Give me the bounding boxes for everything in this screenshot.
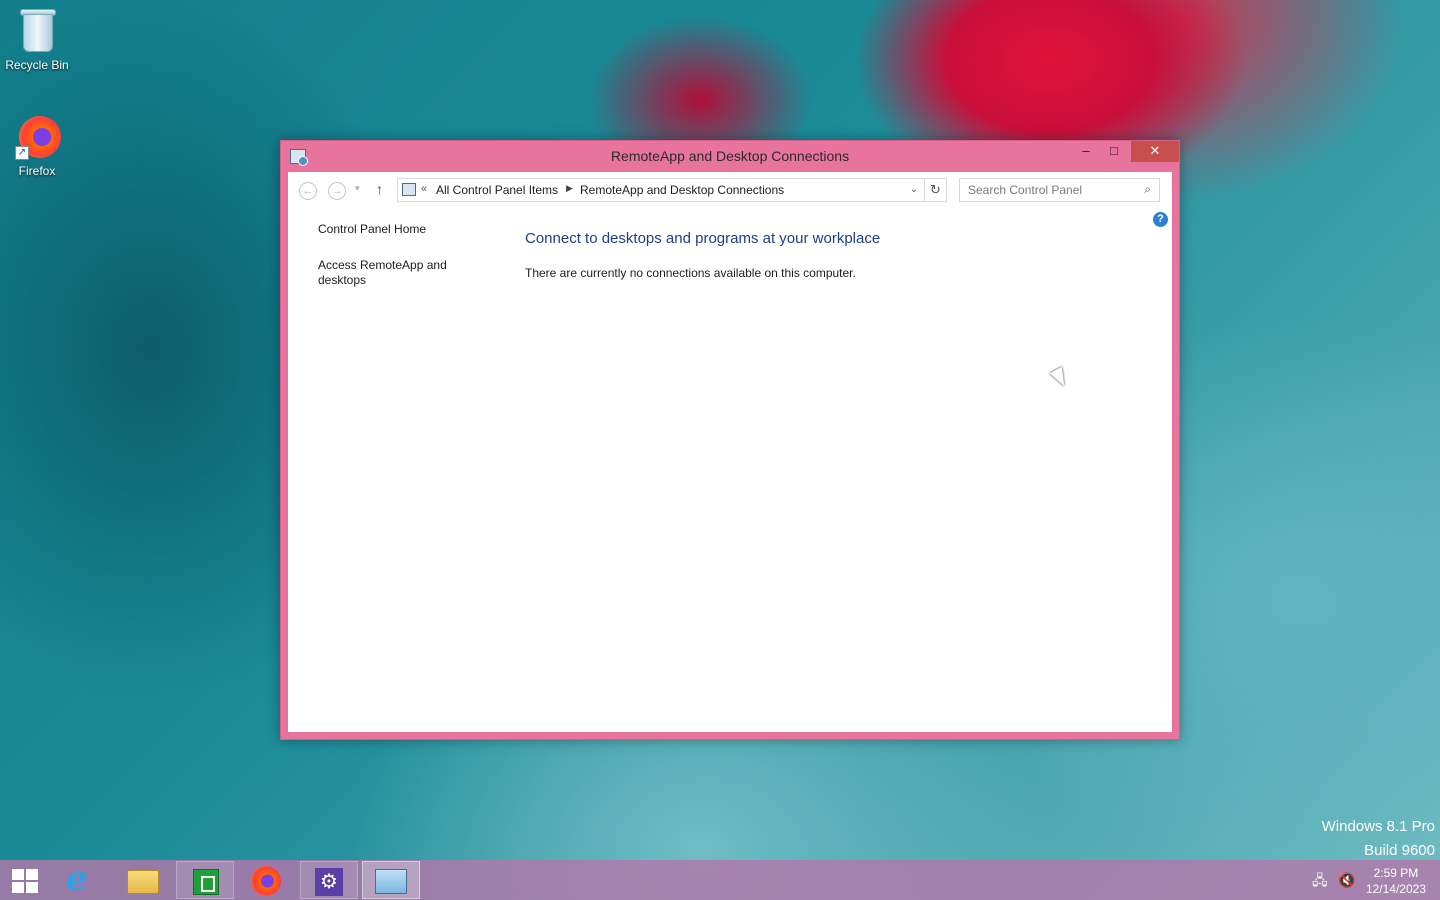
windows-logo-icon [12, 869, 38, 893]
control-panel-icon [402, 183, 416, 196]
title-bar[interactable]: RemoteApp and Desktop Connections – □ ✕ [281, 141, 1179, 172]
start-button[interactable] [0, 861, 58, 899]
breadcrumb-separator-icon[interactable]: ▶ [566, 183, 573, 194]
clock-time: 2:59 PM [1373, 866, 1419, 880]
minimize-button[interactable]: – [1071, 141, 1101, 162]
recycle-bin-icon [13, 6, 61, 54]
breadcrumb-remoteapp[interactable]: RemoteApp and Desktop Connections [580, 183, 784, 197]
volume-muted-icon[interactable]: 🔇 [1338, 860, 1355, 900]
search-box[interactable]: ⌕ [959, 178, 1160, 202]
breadcrumb-all-control-panel-items[interactable]: All Control Panel Items [436, 183, 558, 197]
maximize-button[interactable]: □ [1099, 141, 1129, 162]
taskbar-firefox[interactable] [238, 861, 296, 899]
no-connections-message: There are currently no connections avail… [525, 266, 856, 280]
firefox-icon [251, 866, 281, 896]
store-icon [193, 869, 219, 895]
desktop-icon-recycle-bin[interactable]: Recycle Bin [0, 6, 74, 72]
search-input[interactable] [968, 180, 1138, 200]
window-title: RemoteApp and Desktop Connections [610, 148, 850, 164]
taskbar-control-panel[interactable] [362, 861, 420, 899]
navigation-bar: ← → ▾ ↑ « All Control Panel Items ▶ Remo… [288, 172, 1172, 208]
clock-date: 12/14/2023 [1365, 882, 1426, 896]
desktop-icon-firefox[interactable]: ↗ Firefox [0, 112, 74, 178]
help-icon[interactable]: ? [1153, 212, 1168, 227]
internet-explorer-icon: e [66, 859, 88, 899]
main-content: Connect to desktops and programs at your… [525, 230, 880, 280]
back-button[interactable]: ← [299, 182, 317, 200]
remoteapp-window: RemoteApp and Desktop Connections – □ ✕ … [280, 140, 1180, 740]
forward-button[interactable]: → [328, 182, 346, 200]
close-button[interactable]: ✕ [1131, 141, 1179, 162]
taskbar: e ⚙ 🖧 🔇 2:59 PM 12/14/2023 [0, 860, 1440, 900]
gear-icon: ⚙ [315, 868, 343, 896]
address-dropdown-icon[interactable]: ⌄ [906, 182, 922, 198]
up-button[interactable]: ↑ [376, 181, 383, 197]
desktop-icon-label: Firefox [18, 164, 56, 178]
address-overflow-icon[interactable]: « [421, 183, 427, 195]
taskbar-internet-explorer[interactable]: e [52, 861, 110, 899]
address-bar[interactable]: « All Control Panel Items ▶ RemoteApp an… [397, 178, 925, 202]
control-panel-icon [375, 869, 407, 894]
os-edition: Windows 8.1 Pro [1321, 818, 1435, 835]
refresh-button[interactable]: ↻ [925, 178, 947, 202]
os-watermark: Windows 8.1 Pro Build 9600 [1322, 815, 1435, 863]
control-panel-home-link[interactable]: Control Panel Home [318, 222, 478, 237]
access-remoteapp-link[interactable]: Access RemoteApp and desktops [318, 258, 458, 288]
network-icon[interactable]: 🖧 [1312, 860, 1328, 900]
left-pane: Control Panel Home Access RemoteApp and … [318, 222, 478, 309]
taskbar-store[interactable] [176, 861, 234, 899]
page-title: Connect to desktops and programs at your… [525, 230, 881, 247]
folder-icon [127, 870, 159, 894]
desktop-icon-label: Recycle Bin [5, 58, 69, 72]
window-client-area: ← → ▾ ↑ « All Control Panel Items ▶ Remo… [288, 172, 1172, 732]
recent-locations-icon[interactable]: ▾ [355, 183, 360, 194]
taskbar-file-explorer[interactable] [114, 861, 172, 899]
taskbar-clock[interactable]: 2:59 PM 12/14/2023 [1366, 865, 1426, 897]
search-icon[interactable]: ⌕ [1144, 182, 1151, 197]
firefox-icon: ↗ [13, 112, 61, 160]
taskbar-settings[interactable]: ⚙ [300, 861, 358, 899]
shortcut-arrow-icon: ↗ [15, 146, 29, 160]
